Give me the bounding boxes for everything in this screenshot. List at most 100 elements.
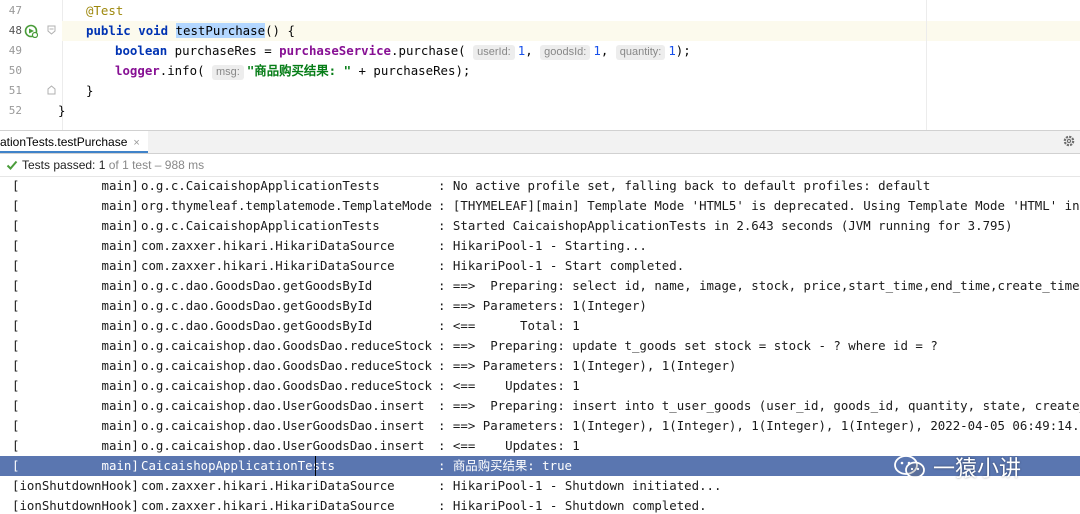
string-literal: "商品购买结果: " (246, 63, 352, 78)
log-message: : HikariPool-1 - Shutdown initiated... (438, 478, 722, 493)
log-logger: o.g.c.CaicaishopApplicationTests (141, 178, 380, 193)
status-prefix: Tests passed: (22, 158, 99, 172)
test-status-bar: Tests passed: 1 of 1 test – 988 ms (0, 154, 1080, 177)
console-line[interactable]: [ main] o.g.c.CaicaishopApplicationTests:… (0, 216, 1080, 236)
log-message: : HikariPool-1 - Starting... (438, 238, 647, 253)
log-message: : HikariPool-1 - Start completed. (438, 258, 685, 273)
log-logger: o.g.c.CaicaishopApplicationTests (141, 218, 380, 233)
log-thread: [ main] (12, 458, 139, 473)
line-number: 50 (8, 64, 22, 77)
console-line[interactable]: [ main] com.zaxxer.hikari.HikariDataSourc… (0, 256, 1080, 276)
console-line[interactable]: [ main] o.g.caicaishop.dao.GoodsDao.reduc… (0, 376, 1080, 396)
log-message: : ==> Parameters: 1(Integer) (438, 298, 647, 313)
log-message: : ==> Preparing: insert into t_user_good… (438, 398, 1080, 413)
log-message: : ==> Parameters: 1(Integer), 1(Integer) (438, 358, 737, 373)
line-number: 47 (8, 4, 22, 17)
wechat-icon (894, 455, 925, 479)
param-hint: msg: (212, 65, 244, 80)
annotation: @Test (86, 3, 124, 18)
console-line[interactable]: [ main] o.g.c.dao.GoodsDao.getGoodsById: … (0, 296, 1080, 316)
log-thread: [ main] (12, 398, 139, 413)
code-text: } (86, 83, 94, 98)
close-icon[interactable]: × (133, 132, 139, 154)
code-text: purchaseRes = (167, 43, 280, 58)
log-thread: [ main] (12, 338, 139, 353)
fold-icon[interactable] (47, 85, 56, 95)
log-message: : <== Total: 1 (438, 318, 580, 333)
line-number: 52 (8, 104, 22, 117)
param-hint: quantity: (615, 45, 666, 60)
console-line[interactable]: [ main] o.g.caicaishop.dao.UserGoodsDao.i… (0, 396, 1080, 416)
right-margin-guide (926, 0, 927, 130)
log-logger: o.g.caicaishop.dao.GoodsDao.reduceStock (141, 338, 432, 353)
log-message: : No active profile set, falling back to… (438, 178, 931, 193)
console-line[interactable]: [ionShutdownHook] com.zaxxer.hikari.Hikar… (0, 496, 1080, 514)
test-status-text: Tests passed: 1 of 1 test – 988 ms (22, 154, 204, 176)
log-thread: [ main] (12, 378, 139, 393)
console-line[interactable]: [ main] o.g.caicaishop.dao.GoodsDao.reduc… (0, 336, 1080, 356)
console-line[interactable]: [ main] org.thymeleaf.templatemode.Templa… (0, 196, 1080, 216)
code-line: } (86, 81, 93, 101)
selected-method-name[interactable]: testPurchase (175, 23, 266, 38)
number-literal: 1 (668, 43, 676, 58)
code-line: @Test (86, 1, 123, 21)
log-thread: [ main] (12, 418, 139, 433)
log-thread: [ionShutdownHook] (12, 498, 139, 513)
field-name: purchaseService (279, 43, 392, 58)
code-text: .purchase( (391, 43, 466, 58)
code-line: boolean purchaseRes = purchaseService.pu… (115, 43, 691, 60)
code-line: } (58, 101, 65, 121)
code-line-current: public void testPurchase() { (62, 21, 1080, 41)
log-thread: [ main] (12, 438, 139, 453)
log-thread: [ main] (12, 298, 139, 313)
log-thread: [ main] (12, 198, 139, 213)
line-number-current: 48 (8, 24, 22, 37)
console-line[interactable]: [ main] o.g.c.dao.GoodsDao.getGoodsById : … (0, 316, 1080, 336)
log-logger: com.zaxxer.hikari.HikariDataSource (141, 238, 395, 253)
log-message: : Started CaicaishopApplicationTests in … (438, 218, 1013, 233)
console-line[interactable]: [ main] o.g.caicaishop.dao.GoodsDao.reduc… (0, 356, 1080, 376)
field-name: logger (115, 63, 160, 78)
code-text: .info( (159, 63, 205, 78)
param-hint: goodsId: (540, 45, 591, 60)
log-thread: [ main] (12, 258, 139, 273)
code-text: } (58, 103, 66, 118)
log-logger: o.g.c.dao.GoodsDao.getGoodsById (141, 278, 373, 293)
code-text: + purchaseRes); (351, 63, 471, 78)
log-message: : <== Updates: 1 (438, 438, 580, 453)
watermark-text: 一猿小讲 (933, 457, 1022, 482)
log-logger: com.zaxxer.hikari.HikariDataSource (141, 478, 395, 493)
log-thread: [ main] (12, 278, 139, 293)
status-duration: – 988 ms (151, 158, 205, 172)
log-thread: [ main] (12, 358, 139, 373)
log-message: : ==> Preparing: update t_goods set stoc… (438, 338, 938, 353)
log-logger: CaicaishopApplicationTests (141, 458, 335, 473)
keyword: boolean (115, 43, 168, 58)
console-line[interactable]: [ main] o.g.c.dao.GoodsDao.getGoodsById: … (0, 276, 1080, 296)
log-message: : <== Updates: 1 (438, 378, 580, 393)
log-thread: [ main] (12, 238, 139, 253)
code-text: () { (265, 23, 295, 38)
console-line[interactable]: [ main] o.g.caicaishop.dao.UserGoodsDao.i… (0, 416, 1080, 436)
run-tab-label: ationTests.testPurchase (0, 135, 128, 149)
log-message: : [THYMELEAF][main] Template Mode 'HTML5… (438, 198, 1080, 213)
number-literal: 1 (517, 43, 526, 58)
run-test-icon[interactable] (24, 24, 38, 38)
log-logger: com.zaxxer.hikari.HikariDataSource (141, 498, 395, 513)
code-editor[interactable]: 47 48 49 50 51 52 @Test public void test… (0, 0, 1080, 130)
log-logger: com.zaxxer.hikari.HikariDataSource (141, 258, 395, 273)
log-thread: [ main] (12, 218, 139, 233)
console-line[interactable]: [ main] o.g.c.CaicaishopApplicationTests:… (0, 177, 1080, 196)
log-logger: org.thymeleaf.templatemode.TemplateMode (141, 198, 432, 213)
check-icon (6, 160, 18, 170)
log-thread: [ main] (12, 318, 139, 333)
log-logger: o.g.c.dao.GoodsDao.getGoodsById (141, 318, 373, 333)
console-line[interactable]: [ main] com.zaxxer.hikari.HikariDataSourc… (0, 236, 1080, 256)
number-literal: 1 (593, 43, 601, 58)
fold-icon[interactable] (47, 25, 56, 35)
code-line: logger.info( msg: "商品购买结果: " + purchaseRe… (115, 61, 470, 81)
run-tab[interactable]: ationTests.testPurchase × (0, 131, 148, 153)
log-message: : 商品购买结果: true (438, 458, 573, 473)
status-total: of 1 test (105, 158, 152, 172)
gear-icon[interactable] (1062, 134, 1076, 148)
